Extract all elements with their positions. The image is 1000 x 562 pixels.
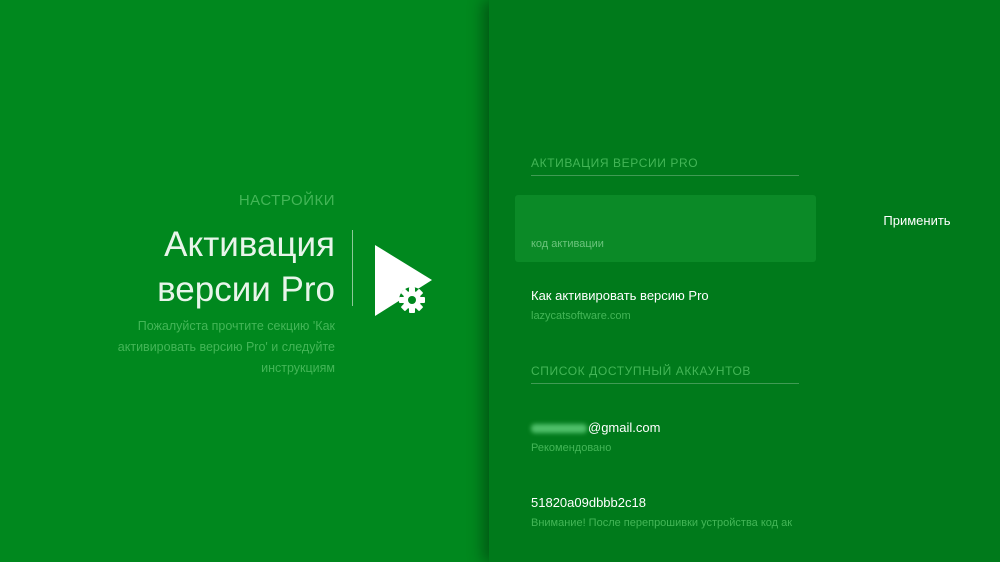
device-warning: Внимание! После перепрошивки устройства …	[531, 517, 793, 529]
page-title-line-2: версии Pro	[157, 270, 335, 309]
activation-code-input[interactable]: код активации	[515, 195, 816, 262]
section-header-accounts: СПИСОК ДОСТУПНЫЙ АККАУНТОВ	[531, 364, 799, 384]
redacted-username	[531, 424, 587, 434]
right-panel	[489, 0, 1000, 562]
page-title-line-1: Активация	[164, 225, 335, 264]
section-header-activation: АКТИВАЦИЯ ВЕРСИИ PRO	[531, 156, 799, 176]
howto-title: Как активировать версию Pro	[531, 288, 709, 303]
activation-code-placeholder: код активации	[531, 238, 604, 250]
apply-button[interactable]: Применить	[872, 210, 962, 232]
howto-item[interactable]: Как активировать версию Pro lazycatsoftw…	[531, 288, 709, 322]
left-panel: НАСТРОЙКИ Активация версии Pro Пожалуйст…	[0, 0, 489, 562]
page-description: Пожалуйста прочтите секцию 'Как активиро…	[117, 319, 335, 375]
account-item-google[interactable]: @gmail.com Рекомендовано	[531, 420, 660, 454]
howto-url: lazycatsoftware.com	[531, 310, 631, 322]
account-email: @gmail.com	[531, 420, 660, 435]
account-item-device[interactable]: 51820a09dbbb2c18 Внимание! После перепро…	[531, 495, 803, 529]
page-title: Активация версии Pro	[75, 222, 335, 312]
breadcrumb: НАСТРОЙКИ	[238, 192, 335, 209]
play-gear-icon	[375, 245, 432, 316]
vertical-divider	[352, 230, 353, 306]
device-id: 51820a09dbbb2c18	[531, 495, 646, 510]
account-subtitle: Рекомендовано	[531, 442, 612, 454]
account-email-domain: @gmail.com	[588, 420, 661, 435]
